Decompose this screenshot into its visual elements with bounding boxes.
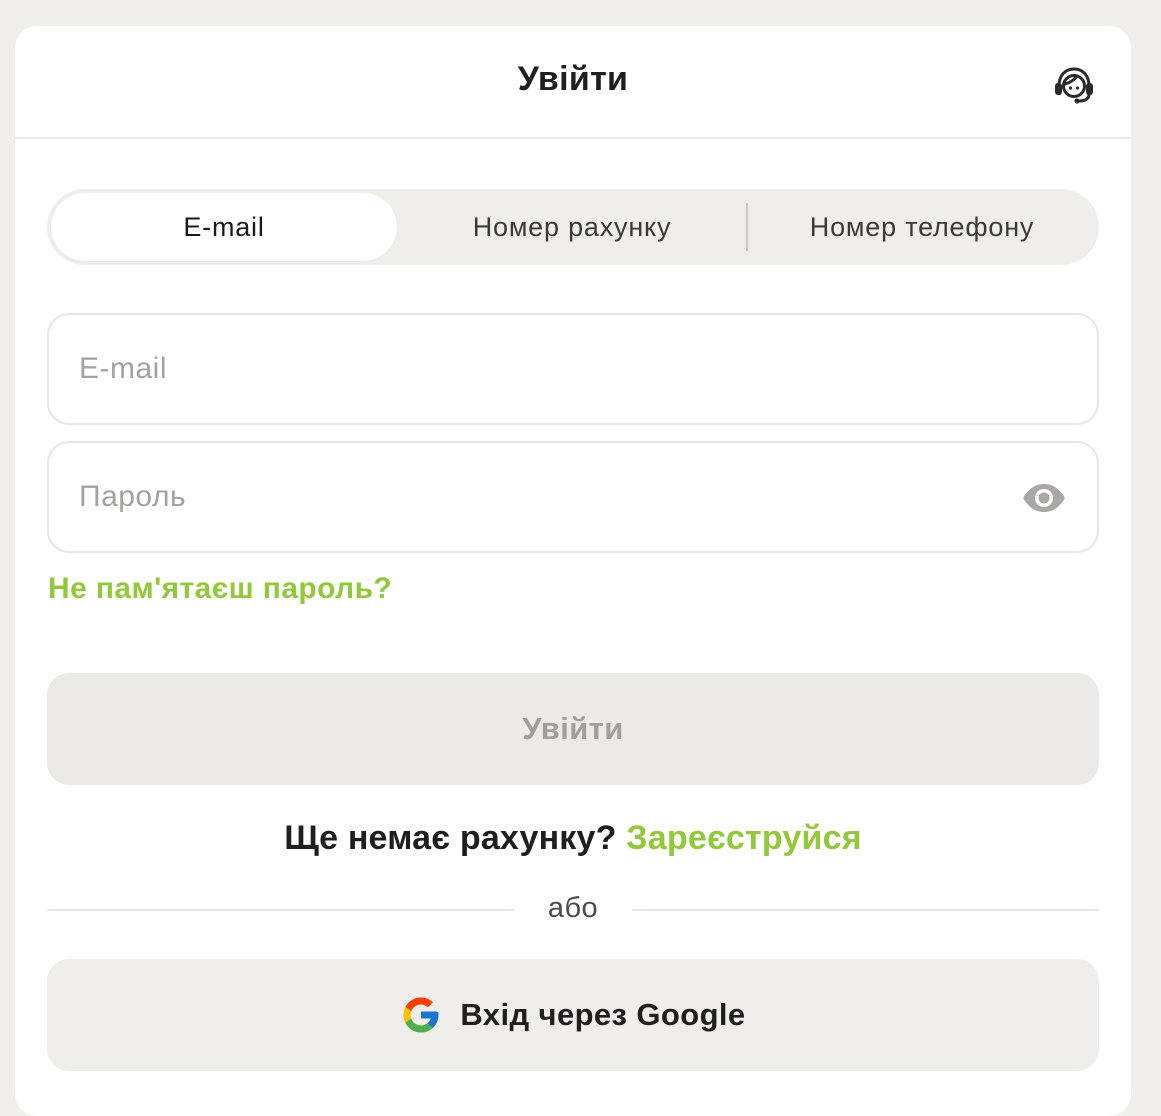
divider-line-right	[632, 909, 1099, 911]
login-button[interactable]: Увійти	[47, 673, 1099, 785]
google-icon	[400, 994, 442, 1036]
tab-phone-number[interactable]: Номер телефону	[749, 193, 1095, 261]
google-login-label: Вхід через Google	[460, 997, 746, 1032]
password-field[interactable]	[79, 443, 979, 551]
header: Увійти	[15, 26, 1131, 139]
login-method-tabs: E-mail Номер рахунку Номер телефону	[47, 189, 1099, 265]
support-button[interactable]	[1049, 60, 1099, 110]
google-login-button[interactable]: Вхід через Google	[47, 959, 1099, 1071]
tab-divider	[746, 203, 748, 251]
signup-question: Ще немає рахунку?	[284, 819, 617, 857]
eye-icon	[1023, 484, 1065, 512]
headset-support-icon	[1055, 67, 1093, 104]
page-title: Увійти	[517, 60, 629, 98]
show-password-button[interactable]	[1019, 473, 1069, 523]
password-field-container	[47, 441, 1099, 553]
signup-link[interactable]: Зареєструйся	[626, 819, 862, 857]
email-field-container	[47, 313, 1099, 425]
forgot-password-link[interactable]: Не пам'ятаєш пароль?	[48, 572, 392, 606]
tab-account-number[interactable]: Номер рахунку	[399, 193, 745, 261]
login-card: Увійти E-mail Номер рахунку Номер телефо…	[15, 26, 1131, 1116]
tab-email[interactable]: E-mail	[51, 193, 397, 261]
or-divider: або	[47, 890, 1099, 930]
email-field[interactable]	[79, 315, 979, 423]
signup-prompt: Ще немає рахунку? Зареєструйся	[15, 819, 1131, 858]
